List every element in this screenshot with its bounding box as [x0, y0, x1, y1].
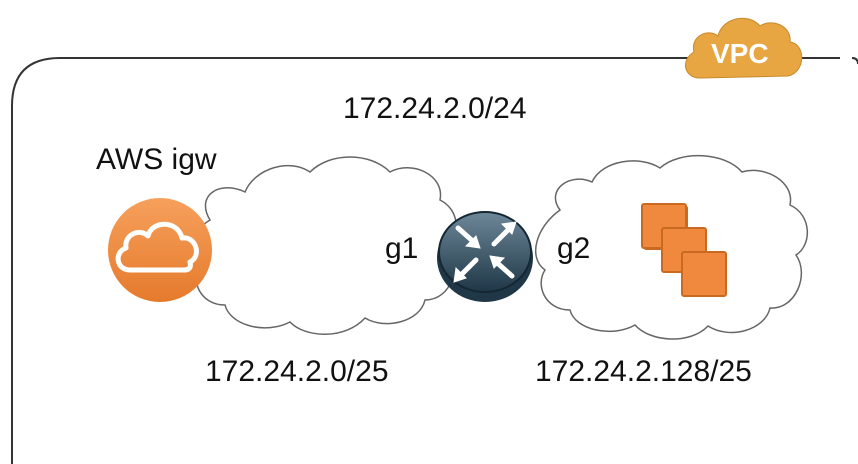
vpc-diagram: VPC 172.24.2.0/24 AWS igw g1 g2 172.24.2…: [0, 0, 858, 464]
router-icon: [437, 211, 533, 302]
subnet-right-cidr-label: 172.24.2.128/25: [535, 355, 752, 388]
subnet-left-cidr-label: 172.24.2.0/25: [205, 355, 389, 388]
aws-igw-icon: [108, 198, 212, 302]
router-interface-g1-label: g1: [385, 232, 419, 265]
vpc-label: VPC: [711, 38, 769, 69]
igw-label: AWS igw: [96, 143, 217, 176]
vpc-cidr-label: 172.24.2.0/24: [343, 92, 527, 125]
router-interface-g2-label: g2: [557, 232, 591, 265]
